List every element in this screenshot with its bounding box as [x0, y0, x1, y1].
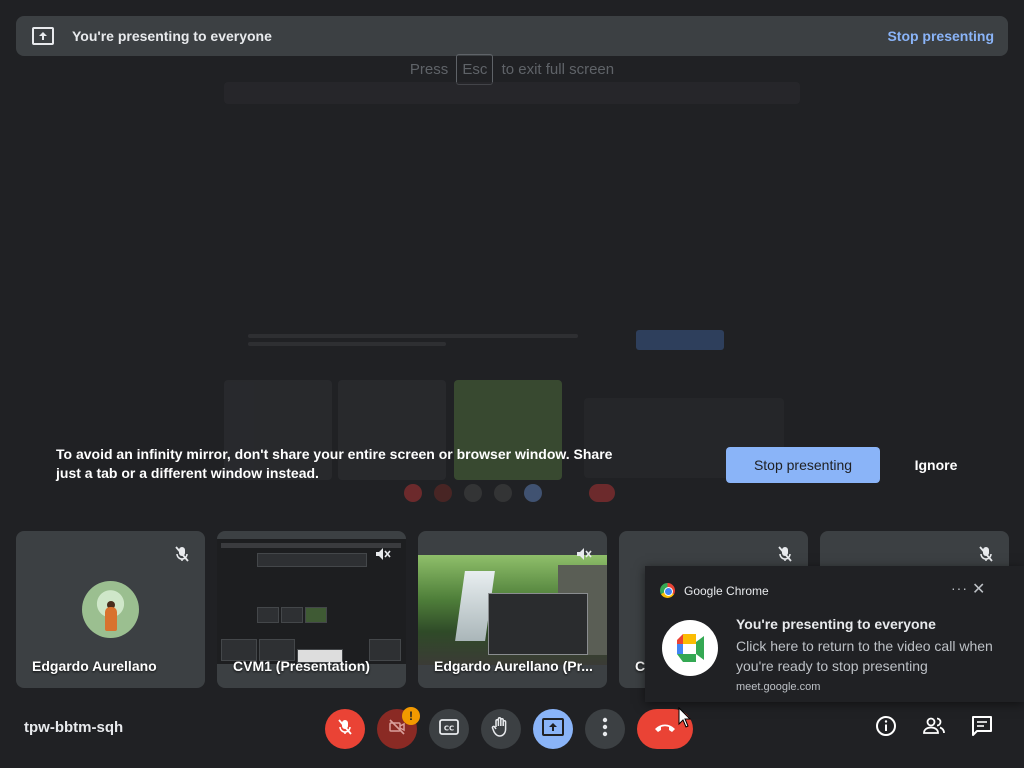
- notification-app-name: Google Chrome: [684, 583, 769, 598]
- people-icon: [922, 716, 946, 741]
- chat-icon: [971, 715, 993, 742]
- present-to-all-icon: [32, 26, 56, 46]
- participant-tile[interactable]: CVM1 (Presentation): [217, 531, 406, 688]
- thumb-tile: [369, 639, 401, 661]
- raise-hand-button[interactable]: [481, 709, 521, 749]
- google-meet-icon: [662, 620, 718, 676]
- captions-button[interactable]: CC: [429, 709, 469, 749]
- mic-off-icon: [173, 545, 191, 563]
- chrome-icon: [660, 583, 675, 598]
- notification-source: meet.google.com: [736, 681, 821, 693]
- notification-body: Click here to return to the video call w…: [736, 638, 993, 674]
- participant-name: C: [635, 658, 646, 674]
- avatar-figure: [105, 607, 117, 631]
- camera-warning-badge: !: [402, 707, 420, 725]
- notification-title: You're presenting to everyone: [736, 616, 936, 632]
- more-vert-icon: [602, 717, 608, 742]
- banner-title: You're presenting to everyone: [72, 28, 272, 44]
- participant-tile[interactable]: Edgardo Aurellano (Pr...: [418, 531, 607, 688]
- mouse-cursor-icon: [678, 707, 692, 728]
- svg-text:CC: CC: [444, 724, 454, 732]
- hand-icon: [491, 716, 511, 743]
- participant-tile[interactable]: Edgardo Aurellano: [16, 531, 205, 688]
- mic-off-icon: [335, 717, 355, 742]
- mirror-control: [434, 484, 452, 502]
- meeting-details-button[interactable]: [874, 715, 898, 742]
- mirror-warning-text: [248, 330, 578, 352]
- close-icon[interactable]: ✕: [972, 579, 985, 599]
- shared-window-preview: [488, 593, 588, 655]
- meeting-code: tpw-bbtm-sqh: [24, 719, 124, 736]
- mirror-control: [464, 484, 482, 502]
- esc-hint-prefix: Press: [409, 61, 449, 78]
- mirror-control: [494, 484, 512, 502]
- mirror-stop-button: [636, 330, 724, 350]
- infinity-mirror-warning: To avoid an infinity mirror, don't share…: [56, 446, 613, 481]
- more-horiz-icon[interactable]: ···: [951, 580, 968, 596]
- video-feed: [418, 555, 607, 665]
- chrome-notification[interactable]: Google Chrome ··· ✕ You're presenting to…: [645, 566, 1024, 702]
- call-end-icon: [653, 720, 677, 738]
- thumb-banner: [257, 553, 367, 567]
- mic-off-icon: [776, 545, 794, 563]
- mic-off-icon: [977, 545, 995, 563]
- stop-presenting-link[interactable]: Stop presenting: [887, 28, 994, 44]
- participant-name: Edgardo Aurellano (Pr...: [434, 658, 593, 674]
- chat-button[interactable]: [970, 715, 994, 742]
- participant-name: Edgardo Aurellano: [32, 658, 157, 674]
- avatar: [82, 581, 139, 638]
- info-icon: [875, 715, 897, 742]
- stop-presenting-button[interactable]: Stop presenting: [726, 447, 880, 483]
- mirror-control: [524, 484, 542, 502]
- esc-hint-suffix: to exit full screen: [501, 61, 615, 78]
- notification-app-row: Google Chrome: [660, 583, 769, 598]
- closed-caption-icon: CC: [439, 718, 459, 740]
- presenting-banner: You're presenting to everyone Stop prese…: [16, 16, 1008, 56]
- more-options-button[interactable]: [585, 709, 625, 749]
- thumb-tile: [257, 607, 279, 623]
- mic-toggle-button[interactable]: [325, 709, 365, 749]
- thumb-tile: [305, 607, 327, 623]
- mirror-banner: [224, 82, 800, 104]
- ignore-button[interactable]: Ignore: [898, 447, 974, 483]
- participant-name: CVM1 (Presentation): [233, 658, 370, 674]
- people-button[interactable]: [922, 716, 946, 740]
- thumb-tile: [281, 607, 303, 623]
- mic-off-icon: [374, 545, 392, 563]
- present-to-all-icon: [542, 717, 564, 741]
- mic-off-icon: [575, 545, 593, 563]
- mirror-control: [589, 484, 615, 502]
- mirror-control: [404, 484, 422, 502]
- present-now-button[interactable]: [533, 709, 573, 749]
